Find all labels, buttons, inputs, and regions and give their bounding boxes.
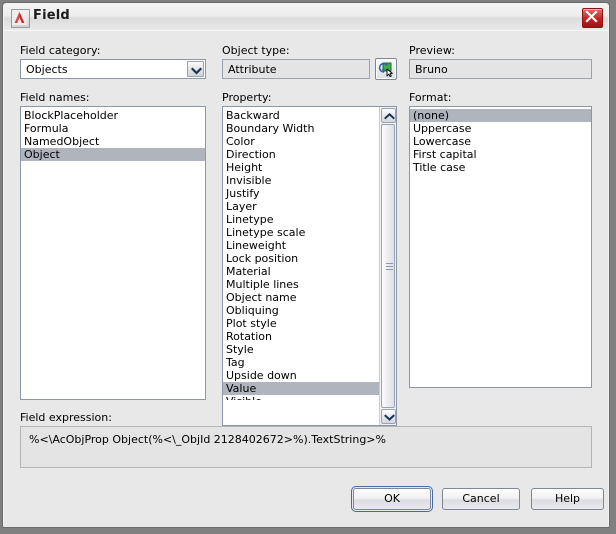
property-list-viewport: Backward Boundary Width Color Direction … (223, 107, 379, 425)
chevron-up-icon (384, 113, 395, 120)
list-item[interactable]: Material (223, 265, 379, 278)
chevron-down-icon (384, 414, 395, 421)
list-item[interactable]: Direction (223, 148, 379, 161)
field-dialog-window: Field Field category: Objects Field name… (2, 2, 610, 528)
close-x-icon (585, 11, 598, 23)
list-item[interactable]: First capital (410, 148, 591, 161)
field-expression-value: %<\AcObjProp Object(%<\_ObjId 2128402672… (20, 426, 592, 468)
list-item-clipped[interactable]: Visible (223, 395, 379, 400)
property-list-scrollbar[interactable] (379, 107, 396, 425)
list-item[interactable]: Uppercase (410, 122, 591, 135)
list-item[interactable]: Backward (223, 109, 379, 122)
list-item-selected[interactable]: (none) (410, 109, 591, 122)
list-item[interactable]: Color (223, 135, 379, 148)
scrollbar-down-button[interactable] (381, 409, 396, 424)
list-item[interactable]: Lineweight (223, 239, 379, 252)
scrollbar-thumb[interactable] (381, 124, 395, 408)
title-bar: Field (4, 4, 608, 31)
list-item[interactable]: Title case (410, 161, 591, 174)
field-category-value: Objects (26, 63, 68, 76)
list-item[interactable]: Plot style (223, 317, 379, 330)
list-item[interactable]: Formula (21, 122, 205, 135)
object-type-value: Attribute (222, 59, 370, 79)
field-category-label: Field category: (20, 44, 101, 57)
list-item[interactable]: Linetype (223, 213, 379, 226)
list-item[interactable]: Multiple lines (223, 278, 379, 291)
list-item-selected[interactable]: Object (21, 148, 205, 161)
list-item[interactable]: Lowercase (410, 135, 591, 148)
list-item[interactable]: Lock position (223, 252, 379, 265)
format-label: Format: (409, 91, 452, 104)
list-item[interactable]: Boundary Width (223, 122, 379, 135)
format-listbox[interactable]: (none) Uppercase Lowercase First capital… (409, 106, 592, 388)
list-item[interactable]: Justify (223, 187, 379, 200)
dialog-client-area: Field category: Objects Field names: Blo… (4, 30, 608, 527)
list-item[interactable]: Obliquing (223, 304, 379, 317)
property-listbox[interactable]: Backward Boundary Width Color Direction … (222, 106, 397, 426)
field-names-label: Field names: (20, 91, 90, 104)
autocad-a-logo-icon (11, 9, 30, 28)
list-item[interactable]: Style (223, 343, 379, 356)
field-names-listbox[interactable]: BlockPlaceholder Formula NamedObject Obj… (20, 106, 206, 400)
select-object-icon (378, 62, 393, 77)
list-item[interactable]: Tag (223, 356, 379, 369)
close-button[interactable] (582, 8, 603, 28)
help-button[interactable]: Help (531, 488, 604, 510)
property-label: Property: (222, 91, 272, 104)
select-object-button[interactable] (375, 58, 397, 80)
ok-button[interactable]: OK (351, 486, 433, 512)
preview-label: Preview: (409, 44, 455, 57)
object-type-label: Object type: (222, 44, 290, 57)
list-item[interactable]: Layer (223, 200, 379, 213)
list-item[interactable]: Upside down (223, 369, 379, 382)
scrollbar-grip-icon (386, 263, 393, 270)
scrollbar-up-button[interactable] (381, 108, 396, 123)
field-category-dropdown-button[interactable] (187, 61, 204, 77)
field-category-combobox[interactable]: Objects (20, 59, 206, 79)
list-item[interactable]: Height (223, 161, 379, 174)
list-item[interactable]: BlockPlaceholder (21, 109, 205, 122)
field-expression-label: Field expression: (20, 411, 112, 424)
list-item[interactable]: Rotation (223, 330, 379, 343)
cancel-button[interactable]: Cancel (442, 488, 520, 510)
window-title: Field (33, 8, 70, 23)
preview-value: Bruno (409, 59, 592, 79)
chevron-down-icon (191, 67, 202, 75)
list-item[interactable]: NamedObject (21, 135, 205, 148)
list-item[interactable]: Object name (223, 291, 379, 304)
list-item-selected[interactable]: Value (223, 382, 379, 395)
list-item[interactable]: Linetype scale (223, 226, 379, 239)
list-item[interactable]: Invisible (223, 174, 379, 187)
